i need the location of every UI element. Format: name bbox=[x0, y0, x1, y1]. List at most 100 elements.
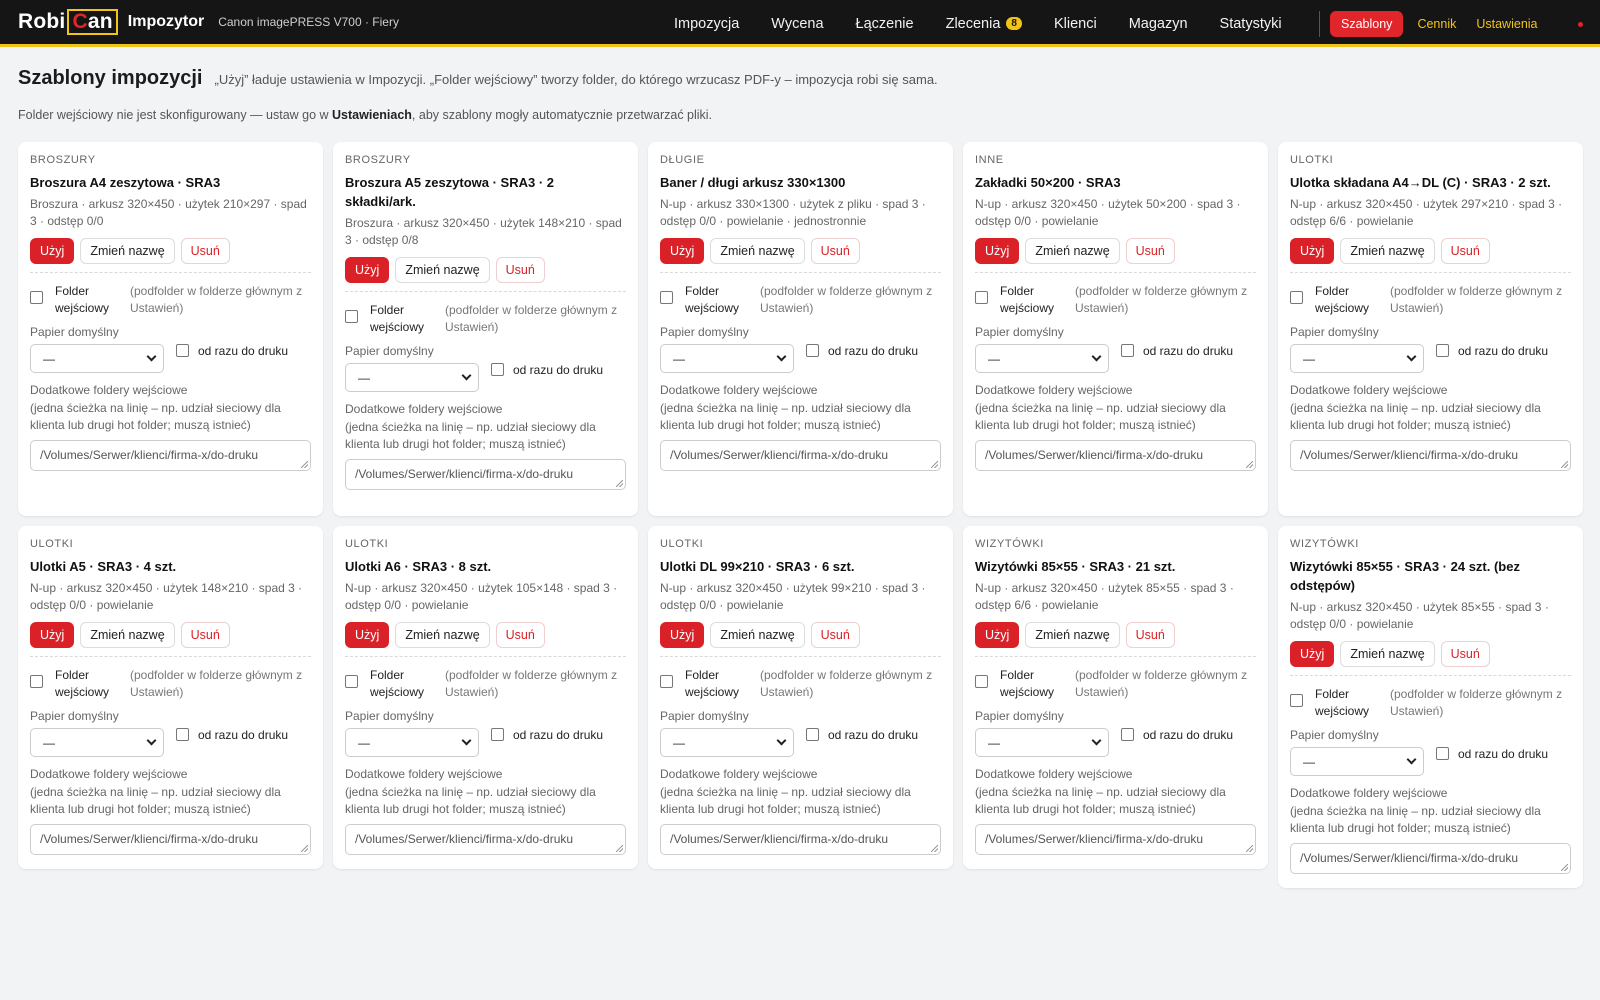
extra-folders-textarea[interactable]: /Volumes/Serwer/klienci/firma-x/do-druku bbox=[30, 440, 311, 471]
notice-settings-link[interactable]: Ustawieniach bbox=[332, 108, 412, 122]
input-folder-checkbox[interactable] bbox=[975, 675, 988, 688]
nav-item-1[interactable]: Wycena bbox=[771, 16, 823, 32]
input-folder-checkbox[interactable] bbox=[1290, 694, 1303, 707]
resize-grip-icon[interactable] bbox=[301, 845, 308, 852]
nav-item-5[interactable]: Magazyn bbox=[1129, 16, 1188, 32]
direct-print-option[interactable]: od razu do druku bbox=[491, 363, 603, 377]
nav-pricelist-link[interactable]: Cennik bbox=[1417, 17, 1456, 31]
default-paper-select[interactable]: — bbox=[975, 344, 1109, 373]
rename-button[interactable]: Zmień nazwę bbox=[80, 622, 175, 648]
extra-folders-textarea[interactable]: /Volumes/Serwer/klienci/firma-x/do-druku bbox=[660, 824, 941, 855]
default-paper-select[interactable]: — bbox=[345, 728, 479, 757]
extra-folders-textarea[interactable]: /Volumes/Serwer/klienci/firma-x/do-druku bbox=[975, 440, 1256, 471]
direct-print-option[interactable]: od razu do druku bbox=[176, 728, 288, 742]
rename-button[interactable]: Zmień nazwę bbox=[80, 238, 175, 264]
nav-item-4[interactable]: Klienci bbox=[1054, 16, 1097, 32]
delete-button[interactable]: Usuń bbox=[810, 238, 860, 264]
extra-folders-textarea[interactable]: /Volumes/Serwer/klienci/firma-x/do-druku bbox=[1290, 843, 1571, 874]
direct-print-option[interactable]: od razu do druku bbox=[1436, 344, 1548, 358]
direct-print-checkbox[interactable] bbox=[806, 344, 819, 357]
direct-print-checkbox[interactable] bbox=[176, 344, 189, 357]
default-paper-select[interactable]: — bbox=[30, 728, 164, 757]
rename-button[interactable]: Zmień nazwę bbox=[1025, 238, 1120, 264]
input-folder-checkbox[interactable] bbox=[30, 291, 43, 304]
direct-print-checkbox[interactable] bbox=[1436, 747, 1449, 760]
delete-button[interactable]: Usuń bbox=[180, 238, 230, 264]
direct-print-checkbox[interactable] bbox=[491, 728, 504, 741]
default-paper-select[interactable]: — bbox=[975, 728, 1109, 757]
direct-print-checkbox[interactable] bbox=[176, 728, 189, 741]
use-button[interactable]: Użyj bbox=[1290, 641, 1335, 667]
delete-button[interactable]: Usuń bbox=[810, 622, 860, 648]
extra-folders-textarea[interactable]: /Volumes/Serwer/klienci/firma-x/do-druku bbox=[345, 824, 626, 855]
direct-print-option[interactable]: od razu do druku bbox=[1121, 344, 1233, 358]
direct-print-option[interactable]: od razu do druku bbox=[806, 728, 918, 742]
direct-print-checkbox[interactable] bbox=[491, 363, 504, 376]
use-button[interactable]: Użyj bbox=[660, 238, 705, 264]
default-paper-select[interactable]: — bbox=[660, 728, 794, 757]
resize-grip-icon[interactable] bbox=[1561, 864, 1568, 871]
rename-button[interactable]: Zmień nazwę bbox=[1340, 641, 1435, 667]
input-folder-checkbox[interactable] bbox=[30, 675, 43, 688]
delete-button[interactable]: Usuń bbox=[1125, 622, 1175, 648]
resize-grip-icon[interactable] bbox=[301, 461, 308, 468]
input-folder-checkbox[interactable] bbox=[975, 291, 988, 304]
direct-print-option[interactable]: od razu do druku bbox=[491, 728, 603, 742]
direct-print-option[interactable]: od razu do druku bbox=[176, 344, 288, 358]
input-folder-checkbox[interactable] bbox=[345, 675, 358, 688]
delete-button[interactable]: Usuń bbox=[495, 622, 545, 648]
resize-grip-icon[interactable] bbox=[616, 480, 623, 487]
default-paper-select[interactable]: — bbox=[1290, 747, 1424, 776]
nav-item-6[interactable]: Statystyki bbox=[1220, 16, 1282, 32]
direct-print-option[interactable]: od razu do druku bbox=[1121, 728, 1233, 742]
direct-print-option[interactable]: od razu do druku bbox=[806, 344, 918, 358]
rename-button[interactable]: Zmień nazwę bbox=[1025, 622, 1120, 648]
default-paper-select[interactable]: — bbox=[345, 363, 479, 392]
nav-templates-button[interactable]: Szablony bbox=[1330, 10, 1404, 37]
use-button[interactable]: Użyj bbox=[1290, 238, 1335, 264]
direct-print-checkbox[interactable] bbox=[1121, 344, 1134, 357]
extra-folders-textarea[interactable]: /Volumes/Serwer/klienci/firma-x/do-druku bbox=[660, 440, 941, 471]
use-button[interactable]: Użyj bbox=[660, 622, 705, 648]
delete-button[interactable]: Usuń bbox=[495, 257, 545, 283]
direct-print-checkbox[interactable] bbox=[806, 728, 819, 741]
rename-button[interactable]: Zmień nazwę bbox=[1340, 238, 1435, 264]
direct-print-option[interactable]: od razu do druku bbox=[1436, 747, 1548, 761]
use-button[interactable]: Użyj bbox=[345, 257, 390, 283]
input-folder-checkbox[interactable] bbox=[1290, 291, 1303, 304]
delete-button[interactable]: Usuń bbox=[1440, 238, 1490, 264]
nav-settings-link[interactable]: Ustawienia bbox=[1476, 17, 1537, 31]
input-folder-checkbox[interactable] bbox=[660, 675, 673, 688]
use-button[interactable]: Użyj bbox=[345, 622, 390, 648]
default-paper-select[interactable]: — bbox=[660, 344, 794, 373]
delete-button[interactable]: Usuń bbox=[1125, 238, 1175, 264]
input-folder-checkbox[interactable] bbox=[660, 291, 673, 304]
extra-folders-textarea[interactable]: /Volumes/Serwer/klienci/firma-x/do-druku bbox=[345, 459, 626, 490]
direct-print-checkbox[interactable] bbox=[1121, 728, 1134, 741]
extra-folders-textarea[interactable]: /Volumes/Serwer/klienci/firma-x/do-druku bbox=[975, 824, 1256, 855]
use-button[interactable]: Użyj bbox=[30, 238, 75, 264]
use-button[interactable]: Użyj bbox=[975, 238, 1020, 264]
resize-grip-icon[interactable] bbox=[931, 845, 938, 852]
delete-button[interactable]: Usuń bbox=[180, 622, 230, 648]
app-logo[interactable]: Robi Can bbox=[18, 9, 118, 35]
extra-folders-textarea[interactable]: /Volumes/Serwer/klienci/firma-x/do-druku bbox=[1290, 440, 1571, 471]
rename-button[interactable]: Zmień nazwę bbox=[395, 622, 490, 648]
use-button[interactable]: Użyj bbox=[975, 622, 1020, 648]
default-paper-select[interactable]: — bbox=[1290, 344, 1424, 373]
delete-button[interactable]: Usuń bbox=[1440, 641, 1490, 667]
extra-folders-textarea[interactable]: /Volumes/Serwer/klienci/firma-x/do-druku bbox=[30, 824, 311, 855]
nav-item-0[interactable]: Impozycja bbox=[674, 16, 739, 32]
nav-item-2[interactable]: Łączenie bbox=[856, 16, 914, 32]
rename-button[interactable]: Zmień nazwę bbox=[395, 257, 490, 283]
input-folder-checkbox[interactable] bbox=[345, 310, 358, 323]
direct-print-checkbox[interactable] bbox=[1436, 344, 1449, 357]
resize-grip-icon[interactable] bbox=[1246, 845, 1253, 852]
resize-grip-icon[interactable] bbox=[931, 461, 938, 468]
resize-grip-icon[interactable] bbox=[616, 845, 623, 852]
resize-grip-icon[interactable] bbox=[1246, 461, 1253, 468]
rename-button[interactable]: Zmień nazwę bbox=[710, 238, 805, 264]
use-button[interactable]: Użyj bbox=[30, 622, 75, 648]
nav-item-3[interactable]: Zlecenia 8 bbox=[946, 16, 1022, 32]
default-paper-select[interactable]: — bbox=[30, 344, 164, 373]
